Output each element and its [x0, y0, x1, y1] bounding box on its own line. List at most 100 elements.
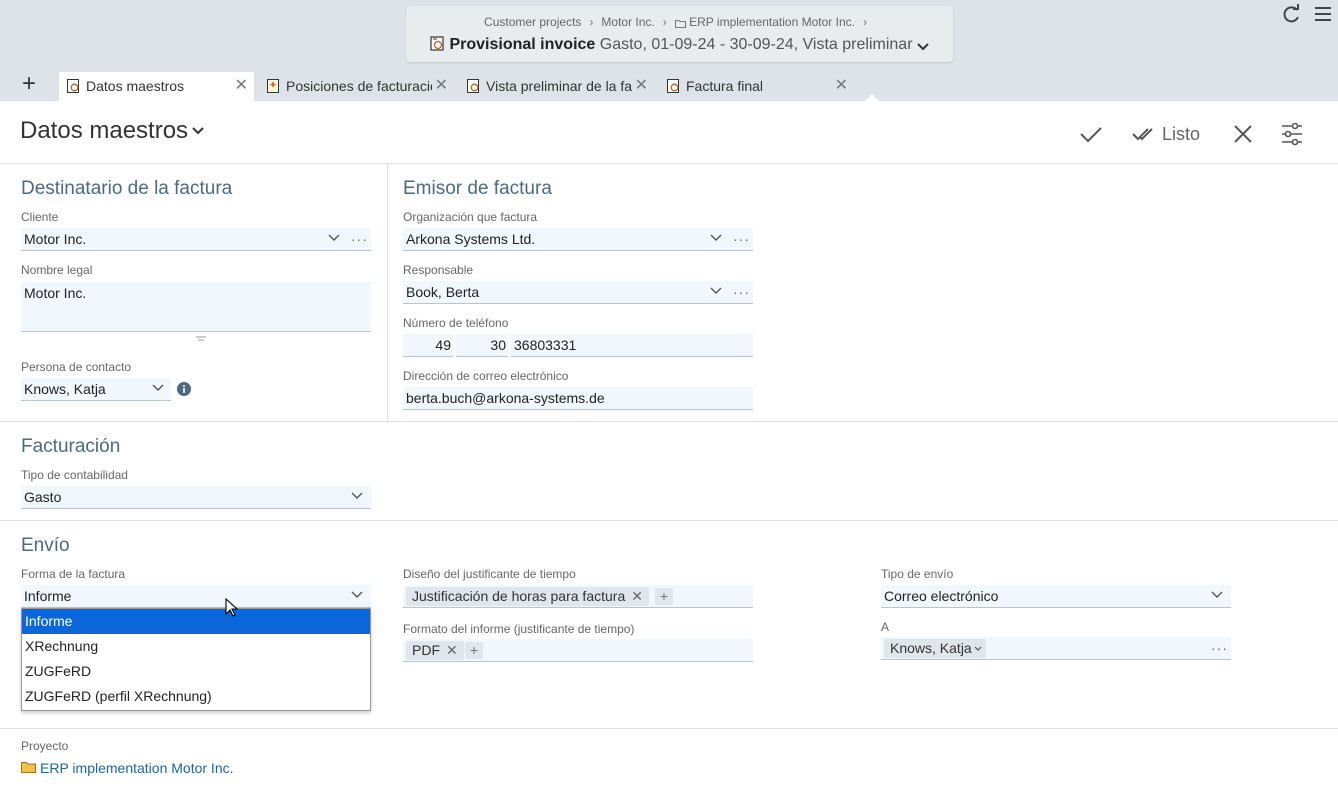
add-chip-button[interactable]: + [655, 588, 673, 605]
responsible-label: Responsable [403, 263, 474, 277]
divider [0, 163, 1338, 164]
chevron-down-icon [351, 591, 363, 598]
tab-notch [865, 94, 879, 101]
close-tab-icon[interactable]: ✕ [235, 72, 248, 100]
resize-handle-icon[interactable] [195, 336, 207, 342]
more-options-icon[interactable]: ··· [351, 228, 368, 250]
chevron-down-icon [152, 384, 164, 391]
invoice-icon [467, 79, 479, 93]
time-sheet-layout-chip[interactable]: Justificación de horas para factura ✕ [406, 587, 649, 606]
close-tab-icon[interactable]: ✕ [435, 72, 448, 100]
check-icon[interactable] [1078, 120, 1104, 148]
time-sheet-layout-field[interactable]: Justificación de horas para factura ✕ + [403, 585, 753, 608]
chevron-down-icon [1211, 591, 1223, 598]
chip-label: Knows, Katja [890, 640, 972, 656]
project-label: Proyecto [21, 739, 69, 753]
report-format-chip[interactable]: PDF ✕ [406, 641, 464, 660]
dropdown-option[interactable]: ZUGFeRD (perfil XRechnung) [22, 684, 370, 709]
settings-sliders-icon[interactable] [1280, 120, 1304, 148]
chip-label: PDF [412, 642, 440, 658]
info-icon[interactable] [177, 382, 191, 396]
tab-factura-final[interactable]: Factura final ✕ [659, 72, 854, 101]
object-title[interactable]: Provisional invoice Gasto, 01-09-24 - 30… [406, 36, 953, 54]
chip-label: Justificación de horas para factura [412, 588, 626, 604]
accounting-type-label: Tipo de contabilidad [21, 468, 128, 482]
client-select[interactable]: Motor Inc. ··· [21, 228, 371, 251]
responsible-select[interactable]: Book, Berta ··· [403, 281, 753, 304]
hamburger-menu-icon[interactable] [1313, 4, 1333, 24]
dropdown-option[interactable]: Informe [22, 609, 370, 634]
invoice-form-label: Forma de la factura [21, 567, 126, 581]
more-options-icon[interactable]: ··· [1211, 637, 1228, 659]
invoice-icon [430, 36, 444, 51]
divider [0, 728, 1338, 729]
breadcrumb: Customer projects › Motor Inc. › ERP implem… [484, 15, 867, 29]
to-chip[interactable]: Knows, Katja [884, 639, 986, 658]
tab-vista-preliminar[interactable]: Vista preliminar de la factura ✕ [459, 72, 654, 101]
shipping-type-select[interactable]: Correo electrónico [881, 585, 1231, 608]
tab-datos-maestros[interactable]: Datos maestros ✕ [59, 72, 254, 101]
close-tab-icon[interactable]: ✕ [635, 72, 648, 100]
org-label: Organización que factura [403, 210, 538, 224]
invoice-icon [667, 79, 679, 93]
accounting-type-select[interactable]: Gasto [21, 486, 371, 509]
page-title-text: Datos maestros [20, 117, 189, 144]
chevron-down-icon [710, 234, 722, 241]
phone-country-input[interactable]: 49 [403, 334, 453, 357]
done-label: Listo [1162, 124, 1201, 144]
more-options-icon[interactable]: ··· [733, 228, 750, 250]
section-title-issuer: Emisor de factura [403, 178, 552, 199]
shipping-type-label: Tipo de envío [881, 567, 954, 581]
tab-label: Factura final [686, 78, 764, 94]
divider [0, 421, 1338, 422]
legal-name-label: Nombre legal [21, 263, 93, 277]
invoice-form-dropdown: Informe XRechnung ZUGFeRD ZUGFeRD (perfi… [21, 608, 371, 711]
close-tab-icon[interactable]: ✕ [835, 72, 848, 100]
project-link[interactable]: ERP implementation Motor Inc. [40, 760, 234, 776]
section-title-recipient: Destinatario de la factura [21, 178, 233, 199]
tab-label: Posiciones de facturación [286, 78, 432, 94]
remove-chip-icon[interactable]: ✕ [631, 588, 643, 604]
chevron-down-icon [192, 127, 204, 135]
tab-label: Datos maestros [86, 78, 185, 94]
close-icon[interactable] [1231, 120, 1255, 148]
chevron-down-icon [351, 492, 363, 499]
breadcrumb-item[interactable]: Customer projects [484, 15, 581, 29]
chevron-down-icon [974, 646, 982, 651]
more-options-icon[interactable]: ··· [733, 281, 750, 303]
dropdown-option[interactable]: XRechnung [22, 634, 370, 659]
add-chip-button[interactable]: + [465, 642, 483, 659]
to-field[interactable]: Knows, Katja ··· [881, 637, 1231, 660]
report-format-field[interactable]: PDF ✕ + [403, 639, 753, 662]
dropdown-option[interactable]: ZUGFeRD [22, 659, 370, 684]
folder-outline-icon [674, 20, 686, 28]
object-subtitle: Gasto, 01-09-24 - 30-09-24, Vista prelim… [599, 36, 913, 53]
responsible-value: Book, Berta [406, 284, 480, 300]
breadcrumb-item[interactable]: ERP implementation Motor Inc. [689, 15, 855, 29]
remove-chip-icon[interactable]: ✕ [446, 642, 458, 658]
phone-label: Número de teléfono [403, 316, 509, 330]
phone-number-input[interactable]: 36803331 [511, 334, 753, 357]
time-sheet-layout-label: Diseño del justificante de tiempo [403, 567, 576, 581]
invoice-form-select[interactable]: Informe [21, 585, 371, 608]
add-tab-button[interactable]: + [14, 72, 44, 97]
contact-select[interactable]: Knows, Katja [21, 378, 171, 401]
invoice-positions-icon [267, 79, 279, 93]
tab-posiciones[interactable]: Posiciones de facturación ✕ [259, 72, 454, 101]
breadcrumb-item[interactable]: Motor Inc. [601, 15, 654, 29]
folder-icon [21, 762, 36, 773]
org-select[interactable]: Arkona Systems Ltd. ··· [403, 228, 753, 251]
page-title[interactable]: Datos maestros [20, 117, 204, 145]
mouse-cursor-icon [225, 598, 239, 617]
reload-icon[interactable] [1282, 4, 1302, 24]
legal-name-textarea[interactable]: Motor Inc. [21, 282, 371, 332]
phone-area-input[interactable]: 30 [456, 334, 508, 357]
divider [387, 164, 388, 421]
done-button[interactable]: Listo [1131, 120, 1200, 148]
email-field[interactable]: berta.buch@arkona-systems.de [403, 387, 753, 410]
client-value: Motor Inc. [24, 231, 87, 247]
email-label: Dirección de correo electrónico [403, 369, 569, 383]
shipping-type-value: Correo electrónico [884, 588, 999, 604]
invoice-form-value: Informe [24, 588, 72, 604]
client-label: Cliente [21, 210, 59, 224]
